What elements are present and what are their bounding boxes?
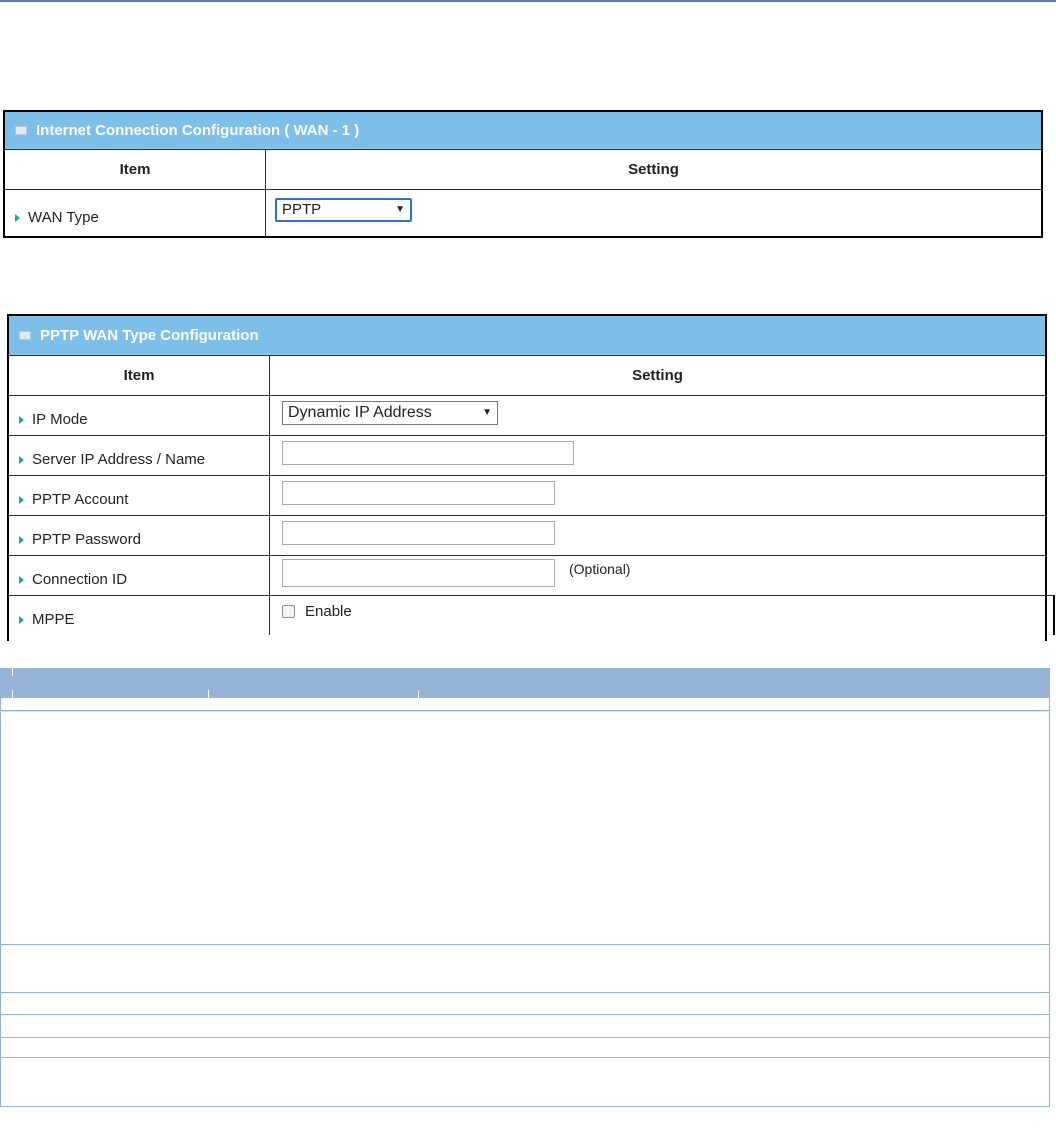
row-arrow-icon bbox=[19, 575, 24, 584]
chevron-down-icon: ▼ bbox=[482, 407, 492, 418]
panel-collapse-icon[interactable] bbox=[15, 125, 27, 135]
mppe-enable-label[interactable]: Enable bbox=[305, 603, 352, 620]
connection-id-input[interactable] bbox=[282, 558, 555, 587]
row-arrow-icon bbox=[19, 535, 24, 544]
password-label-text: PPTP Password bbox=[32, 531, 141, 548]
description-table bbox=[0, 668, 1050, 1107]
connection-id-label-text: Connection ID bbox=[32, 571, 128, 588]
connection-id-row: Connection ID (Optional) bbox=[9, 555, 1045, 595]
mppe-enable-checkbox[interactable] bbox=[282, 605, 295, 618]
wan-type-label: WAN Type bbox=[5, 190, 266, 237]
row-arrow-icon bbox=[19, 415, 24, 424]
connection-id-label: Connection ID bbox=[9, 556, 270, 595]
wan-type-row: WAN Type PPTP ▼ bbox=[5, 189, 1041, 237]
ip-mode-row: IP Mode Dynamic IP Address ▼ bbox=[9, 395, 1045, 435]
pptp-header-row: Item Setting bbox=[9, 355, 1045, 395]
account-row: PPTP Account bbox=[9, 475, 1045, 515]
wan-config-panel: Internet Connection Configuration ( WAN … bbox=[3, 110, 1043, 238]
wan-panel-title: Internet Connection Configuration ( WAN … bbox=[5, 112, 1041, 149]
row-arrow-icon bbox=[15, 213, 20, 222]
server-label-text: Server IP Address / Name bbox=[32, 451, 206, 468]
pptp-account-input[interactable] bbox=[282, 480, 555, 505]
header-item: Item bbox=[9, 356, 270, 395]
server-ip-input[interactable] bbox=[282, 440, 574, 465]
wan-type-select[interactable]: PPTP ▼ bbox=[275, 197, 412, 222]
wan-type-label-text: WAN Type bbox=[28, 209, 99, 226]
password-row: PPTP Password bbox=[9, 515, 1045, 555]
row-arrow-icon bbox=[19, 495, 24, 504]
pptp-panel-title: PPTP WAN Type Configuration bbox=[9, 316, 1045, 355]
pptp-config-panel: PPTP WAN Type Configuration Item Setting… bbox=[7, 314, 1055, 641]
wan-panel-title-text: Internet Connection Configuration ( WAN … bbox=[36, 121, 360, 139]
password-label: PPTP Password bbox=[9, 516, 270, 555]
server-label: Server IP Address / Name bbox=[9, 436, 270, 475]
pptp-password-input[interactable] bbox=[282, 520, 555, 545]
panel-collapse-icon[interactable] bbox=[19, 330, 31, 340]
header-setting: Setting bbox=[628, 161, 679, 178]
pptp-panel-title-text: PPTP WAN Type Configuration bbox=[40, 326, 259, 344]
top-divider bbox=[0, 0, 1056, 2]
server-row: Server IP Address / Name bbox=[9, 435, 1045, 475]
row-arrow-icon bbox=[19, 455, 24, 464]
ip-mode-select[interactable]: Dynamic IP Address ▼ bbox=[282, 400, 498, 425]
optional-note: (Optional) bbox=[569, 560, 631, 577]
account-label-text: PPTP Account bbox=[32, 491, 129, 508]
wan-header-row: Item Setting bbox=[5, 149, 1041, 189]
mppe-label: MPPE bbox=[9, 596, 270, 635]
description-table-header bbox=[0, 668, 1050, 698]
mppe-row: MPPE Enable bbox=[9, 595, 1055, 635]
header-setting: Setting bbox=[632, 367, 683, 384]
row-arrow-icon bbox=[19, 615, 24, 624]
account-label: PPTP Account bbox=[9, 476, 270, 515]
ip-mode-label-text: IP Mode bbox=[32, 411, 88, 428]
ip-mode-select-value: Dynamic IP Address bbox=[288, 403, 432, 421]
wan-type-select-value: PPTP bbox=[282, 201, 322, 218]
chevron-down-icon: ▼ bbox=[395, 204, 405, 215]
header-item: Item bbox=[5, 150, 266, 189]
mppe-label-text: MPPE bbox=[32, 611, 75, 628]
ip-mode-label: IP Mode bbox=[9, 396, 270, 435]
